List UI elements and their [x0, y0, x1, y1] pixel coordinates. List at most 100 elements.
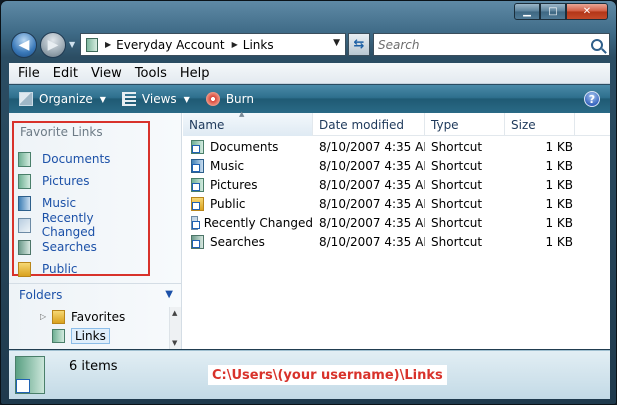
favorite-link-pictures[interactable]: Pictures: [14, 170, 148, 192]
folders-header[interactable]: Folders ▼: [9, 283, 181, 305]
breadcrumb-links[interactable]: Links: [243, 38, 274, 52]
breadcrumb-chevron-icon[interactable]: ▶: [105, 40, 111, 49]
documents-icon: [18, 151, 31, 167]
file-row[interactable]: Pictures 8/10/2007 4:35 AM Shortcut 1 KB: [183, 175, 610, 194]
expand-arrow-icon[interactable]: ▷: [40, 312, 49, 321]
links-folder-icon: [52, 328, 65, 343]
file-row[interactable]: Music 8/10/2007 4:35 AM Shortcut 1 KB: [183, 156, 610, 175]
favorite-link-documents[interactable]: Documents: [14, 148, 148, 170]
favorite-link-label: Music: [42, 196, 77, 210]
forward-button[interactable]: ▶: [40, 32, 66, 58]
file-size: 1 KB: [545, 196, 573, 211]
close-button[interactable]: ✕: [566, 3, 608, 20]
column-header-date-modified[interactable]: Date modified: [313, 113, 425, 136]
menu-bar: File Edit View Tools Help: [9, 63, 610, 84]
public-folder-icon: [18, 261, 31, 277]
favorite-link-label: Searches: [42, 240, 97, 254]
file-type: Shortcut: [431, 215, 483, 230]
file-name: Public: [210, 196, 246, 211]
menu-file[interactable]: File: [18, 66, 40, 81]
caption-buttons: ▁ □ ✕: [514, 3, 608, 20]
file-row[interactable]: Searches 8/10/2007 4:35 AM Shortcut 1 KB: [183, 232, 610, 251]
explorer-content: Favorite Links Documents Pictures Music: [9, 110, 610, 349]
favorite-links-title: Favorite Links: [20, 125, 103, 139]
menu-edit[interactable]: Edit: [53, 66, 78, 81]
burn-button[interactable]: Burn: [205, 92, 254, 106]
file-size: 1 KB: [545, 139, 573, 154]
tree-item-favorites[interactable]: ▷ Favorites: [9, 307, 169, 326]
links-folder-large-icon: [15, 356, 45, 394]
favorite-links-list: Documents Pictures Music Recently Change…: [14, 148, 148, 280]
views-icon: [121, 92, 136, 106]
searches-icon: [18, 239, 31, 255]
views-button[interactable]: Views ▼: [121, 92, 190, 106]
refresh-icon: ⇆: [353, 37, 365, 52]
folders-title: Folders: [19, 287, 63, 302]
burn-label: Burn: [225, 92, 254, 106]
favorite-link-public[interactable]: Public: [14, 258, 148, 280]
file-type: Shortcut: [431, 177, 483, 192]
address-dropdown-icon[interactable]: ▼: [333, 38, 340, 48]
menu-help[interactable]: Help: [180, 66, 210, 81]
scroll-down-icon[interactable]: ▼: [172, 339, 177, 347]
file-type: Shortcut: [431, 196, 483, 211]
file-date: 8/10/2007 4:35 AM: [319, 196, 425, 211]
minimize-button[interactable]: ▁: [514, 3, 540, 20]
search-icon[interactable]: [591, 38, 603, 51]
organize-button[interactable]: Organize ▼: [19, 92, 106, 106]
chevron-down-icon: ▼: [99, 94, 106, 104]
file-list-pane: ▲ Name Date modified Type Size Documents…: [183, 110, 610, 349]
maximize-button[interactable]: □: [540, 3, 566, 20]
recent-pages-dropdown[interactable]: ▼: [69, 40, 75, 49]
file-date: 8/10/2007 4:35 AM: [319, 177, 425, 192]
favorite-link-label: Documents: [42, 152, 111, 166]
file-type: Shortcut: [431, 158, 483, 173]
column-header-label: Date modified: [319, 117, 405, 132]
back-arrow-icon: ◀: [18, 37, 30, 53]
sort-ascending-icon: ▲: [239, 110, 245, 118]
tree-item-label: Links: [71, 327, 110, 344]
menu-view[interactable]: View: [91, 66, 122, 81]
file-row[interactable]: Public 8/10/2007 4:35 AM Shortcut 1 KB: [183, 194, 610, 213]
searches-shortcut-icon: [191, 234, 204, 249]
search-input[interactable]: [378, 37, 591, 52]
organize-icon: [19, 92, 33, 106]
documents-shortcut-icon: [191, 139, 204, 154]
file-name: Searches: [210, 234, 265, 249]
file-name: Documents: [210, 139, 279, 154]
file-row[interactable]: Recently Changed 8/10/2007 4:35 AM Short…: [183, 213, 610, 232]
details-pane: 6 items C:\Users\(your username)\Links: [9, 350, 610, 399]
column-header-name[interactable]: ▲ Name: [183, 110, 313, 136]
command-bar: Organize ▼ Views ▼ Burn ?: [9, 85, 610, 113]
public-shortcut-icon: [191, 196, 204, 211]
favorite-link-label: Public: [42, 262, 78, 276]
help-icon[interactable]: ?: [584, 91, 600, 107]
address-bar[interactable]: ▶ Everyday Account ▶ Links ▼: [80, 33, 346, 56]
file-size: 1 KB: [545, 234, 573, 249]
favorite-link-recently-changed[interactable]: Recently Changed: [14, 211, 148, 239]
column-header-type[interactable]: Type: [425, 113, 505, 136]
favorites-folder-icon: [52, 309, 65, 324]
tree-item-links[interactable]: Links: [9, 326, 169, 345]
file-name: Music: [210, 158, 245, 173]
file-type: Shortcut: [431, 234, 483, 249]
file-size: 1 KB: [545, 177, 573, 192]
file-row[interactable]: Documents 8/10/2007 4:35 AM Shortcut 1 K…: [183, 137, 610, 156]
file-name: Recently Changed: [203, 215, 313, 230]
forward-arrow-icon: ▶: [47, 37, 59, 53]
back-button[interactable]: ◀: [11, 32, 37, 58]
tree-item-label: Favorites: [71, 309, 126, 324]
folder-tree-scrollbar[interactable]: ▲ ▼: [169, 307, 181, 349]
burn-disc-icon: [205, 92, 220, 106]
chevron-down-icon: ▼: [183, 94, 190, 104]
file-date: 8/10/2007 4:35 AM: [319, 215, 425, 230]
scroll-up-icon[interactable]: ▲: [172, 309, 177, 317]
navigation-bar: ◀ ▶ ▼ ▶ Everyday Account ▶ Links ▼ ⇆: [9, 31, 610, 59]
breadcrumb-everyday-account[interactable]: Everyday Account: [116, 38, 224, 52]
favorite-link-searches[interactable]: Searches: [14, 236, 148, 258]
menu-tools[interactable]: Tools: [135, 66, 167, 81]
refresh-button[interactable]: ⇆: [348, 33, 370, 56]
links-folder-icon: [86, 37, 98, 52]
column-header-size[interactable]: Size: [505, 113, 575, 136]
breadcrumb-chevron-icon[interactable]: ▶: [232, 40, 238, 49]
